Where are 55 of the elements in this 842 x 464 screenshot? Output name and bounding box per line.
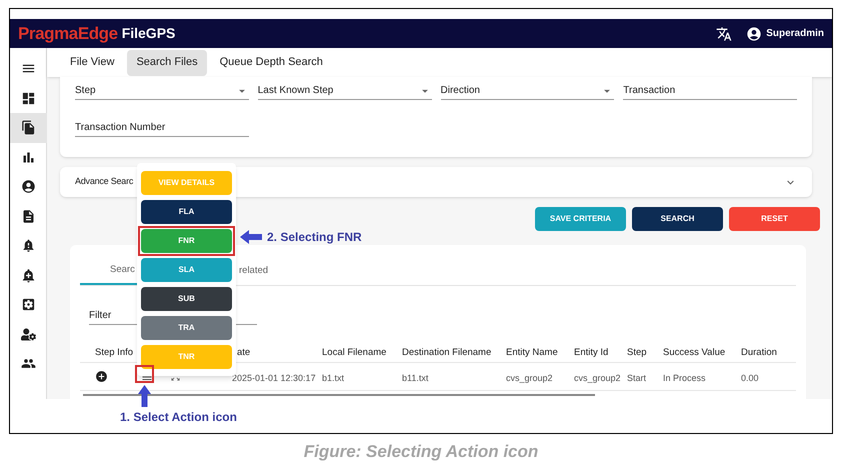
table-cell: 0.00 [741,372,759,382]
column-header: Success Value [663,346,726,358]
horizontal-scrollbar[interactable] [83,394,595,396]
table-cell: cvs_group2 [506,372,553,382]
select-field[interactable]: Direction [440,82,614,100]
table-cell: b11.txt [402,372,428,382]
column-header: Local Filename [322,346,386,358]
column-header: Destination Filename [402,346,492,358]
column-header: ate [237,346,250,358]
highlight-box [135,365,154,383]
account-icon[interactable] [746,26,762,42]
tab[interactable]: Search Files [127,50,207,76]
menu-item[interactable]: FLA [141,200,232,224]
action-button[interactable]: RESET [729,207,820,231]
column-header: Step Info [95,346,134,358]
annotation-text: 2. Selecting FNR [267,229,362,246]
account-icon [20,179,36,194]
panel-title: Advance Searc [75,175,134,188]
tab[interactable]: File View [61,50,124,76]
document-icon [20,208,36,224]
input-field[interactable]: Transaction Number [75,119,249,137]
select-field[interactable]: Last Known Step [258,82,432,100]
annotation-text: 1. Select Action icon [120,409,237,426]
expand-row-icon[interactable] [95,370,108,383]
translate-icon[interactable] [716,26,732,42]
select-field[interactable]: Step [75,82,249,100]
user-name[interactable]: Superadmin [766,26,824,41]
user-gear-icon [20,326,36,342]
input-field[interactable]: Transaction [623,82,797,100]
filter-field[interactable]: Filter [89,308,257,323]
settings-icon [20,297,36,312]
dashboard-icon [20,90,36,106]
action-button[interactable]: SEARCH [632,207,723,231]
bar-chart-icon [20,150,36,165]
column-header: Duration [741,346,777,358]
table-cell: cvs_group2 [574,372,621,382]
brand-logo: PragmaEdge [18,22,118,45]
column-header: Entity Id [574,346,608,358]
product-name: FileGPS [122,24,176,43]
files-icon [20,120,36,136]
column-header: Entity Name [506,346,558,358]
menu-item[interactable]: SUB [141,287,232,311]
table-cell: b1.txt [322,372,344,382]
column-header: Step [627,346,647,358]
arrow-icon [240,230,262,244]
table-cell: Start [627,372,646,382]
bell-alert-icon [20,238,36,254]
menu-item[interactable]: TRA [141,316,232,340]
tab[interactable]: Queue Depth Search [210,50,332,76]
bell-plus-icon [20,268,36,283]
sidebar-item[interactable] [10,113,46,142]
arrow-icon [138,385,151,407]
table-cell: 2025-01-01 12:30:17 [232,372,316,382]
figure-caption: Figure: Selecting Action icon [302,443,540,460]
table-cell: In Process [663,372,706,382]
